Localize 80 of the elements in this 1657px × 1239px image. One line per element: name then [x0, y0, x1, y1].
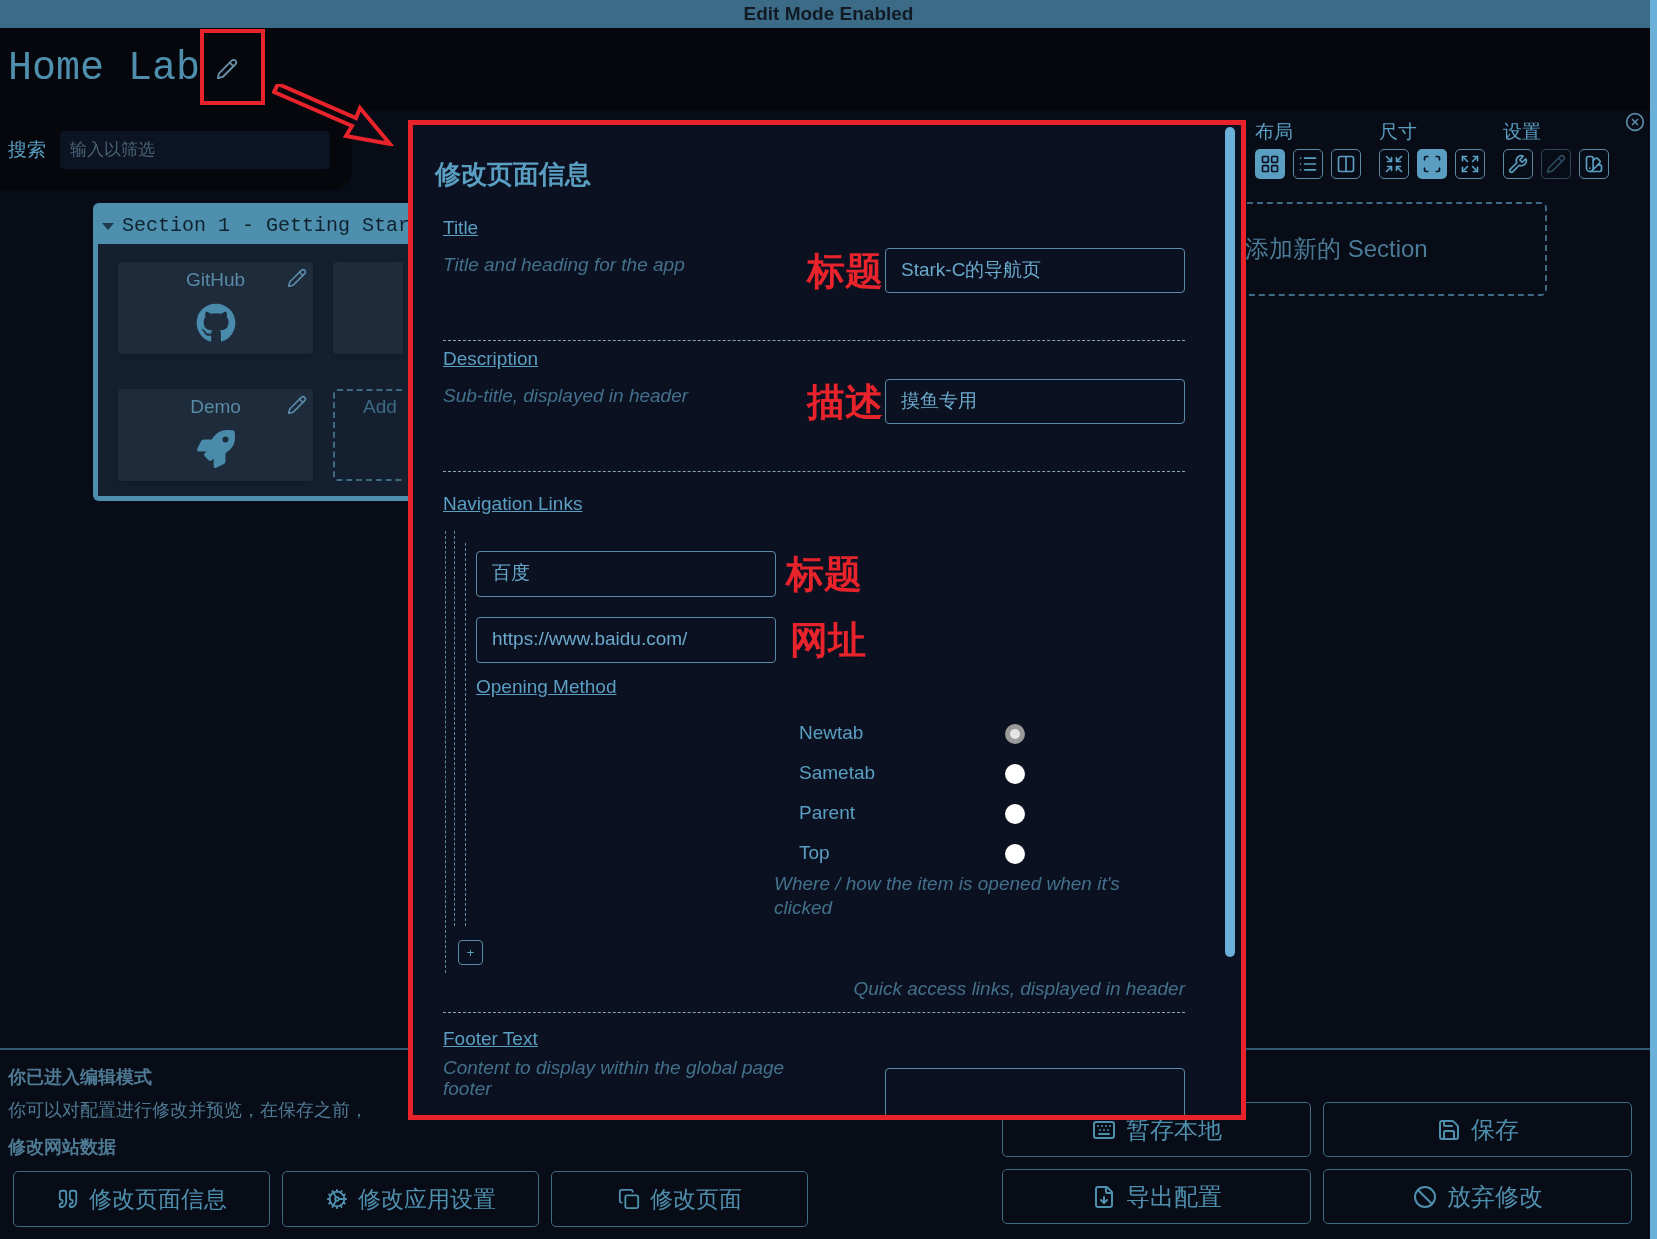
- edit-mode-description: 你可以对配置进行修改并预览，在保存之前，: [8, 1099, 368, 1122]
- radio-label: Sametab: [799, 761, 876, 786]
- field-hint: Where / how the item is opened when it's clicked: [774, 872, 1121, 920]
- palette-icon: [1584, 153, 1604, 174]
- settings-group-label: 尺寸: [1379, 120, 1418, 144]
- toolbar-button[interactable]: [1255, 148, 1285, 179]
- grid-layout-icon: [1260, 153, 1280, 174]
- toolbar-button[interactable]: [1331, 148, 1361, 179]
- toolbar-button[interactable]: [1293, 148, 1323, 179]
- radio-button[interactable]: [1005, 763, 1025, 784]
- annotation-label: 描述: [807, 382, 883, 421]
- collapse-caret-icon[interactable]: [102, 222, 114, 230]
- text-input[interactable]: 摸鱼专用: [885, 379, 1185, 424]
- edit-mode-text: Edit Mode Enabled: [743, 1, 914, 26]
- wrench-icon: [1508, 153, 1528, 174]
- textarea-input[interactable]: [885, 1067, 1185, 1115]
- expand-icon: [1460, 153, 1480, 174]
- ban-icon: [1412, 1184, 1437, 1209]
- pencil-icon: [1546, 153, 1566, 174]
- action-button[interactable]: 放弃修改: [1323, 1169, 1632, 1224]
- field-hint: Sub-title, displayed in header: [443, 383, 690, 408]
- toolbar-button[interactable]: [1579, 148, 1609, 179]
- toolbar-button[interactable]: [1417, 148, 1447, 179]
- add-section-label: 添加新的 Section: [1245, 233, 1428, 264]
- action-button[interactable]: 导出配置: [1002, 1169, 1311, 1224]
- settings-group-label: 设置: [1503, 120, 1542, 144]
- radio-button[interactable]: [1005, 803, 1025, 824]
- site-data-heading: 修改网站数据: [8, 1136, 116, 1159]
- annotation-label: 标题: [786, 554, 862, 593]
- link-title-input[interactable]: 百度: [476, 550, 776, 597]
- field-hint: Content to display within the global page footer: [443, 1057, 786, 1099]
- gears-icon: [325, 1188, 348, 1210]
- dialog-title: 修改页面信息: [435, 158, 592, 191]
- edit-data-button[interactable]: 修改页面信息: [13, 1171, 270, 1227]
- edit-icon[interactable]: [287, 268, 307, 288]
- add-item-tile[interactable]: Add: [333, 389, 403, 481]
- item-tile[interactable]: GitHub: [118, 262, 313, 354]
- edit-icon[interactable]: [287, 395, 307, 415]
- settings-group-label: 布局: [1255, 120, 1294, 144]
- annotation-label: 标题: [807, 251, 883, 290]
- section-title: Section 1 - Getting Star: [122, 213, 411, 239]
- edit-data-button[interactable]: 修改应用设置: [282, 1171, 539, 1227]
- annotation-label: 网址: [790, 620, 866, 659]
- item-tile[interactable]: Demo: [118, 389, 313, 481]
- save-icon: [1436, 1117, 1461, 1142]
- columns-layout-icon: [1336, 153, 1356, 174]
- action-button[interactable]: 保存: [1323, 1102, 1632, 1157]
- add-link-button[interactable]: +: [458, 940, 483, 965]
- field-label[interactable]: Opening Method: [476, 672, 617, 701]
- field-hint: Quick access links, displayed in header: [853, 977, 1185, 1001]
- field-label[interactable]: Navigation Links: [443, 490, 1185, 519]
- radio-button[interactable]: [1005, 843, 1025, 864]
- edit-data-button[interactable]: 修改页面: [551, 1171, 808, 1227]
- field-label[interactable]: Description: [443, 345, 783, 374]
- radio-label: Top: [799, 841, 830, 866]
- rocket-icon: [196, 429, 235, 468]
- item-label: GitHub: [185, 268, 246, 292]
- radio-button[interactable]: [1005, 723, 1025, 744]
- radio-label: Newtab: [799, 721, 864, 746]
- github-icon: [195, 302, 236, 343]
- shrink-icon: [1384, 153, 1404, 174]
- pages-icon: [617, 1188, 640, 1210]
- item-label: Demo: [190, 395, 241, 419]
- search-label: 搜索: [8, 137, 46, 162]
- field-hint: Title and heading for the app: [443, 252, 686, 277]
- toolbar-button[interactable]: [1503, 148, 1533, 179]
- radio-label: Parent: [799, 801, 855, 826]
- page-title: Home Lab: [8, 45, 201, 93]
- frame-icon: [1422, 153, 1442, 174]
- close-icon[interactable]: [1625, 112, 1645, 132]
- toolbar-button[interactable]: [1455, 148, 1485, 179]
- toolbar-button[interactable]: [1379, 148, 1409, 179]
- search-field[interactable]: 输入以筛选: [60, 131, 330, 169]
- edit-mode-heading: 你已进入编辑模式: [8, 1066, 152, 1089]
- field-label[interactable]: Title: [443, 214, 783, 243]
- quote-icon: [56, 1188, 79, 1210]
- link-url-input[interactable]: https://www.baidu.com/: [476, 616, 776, 663]
- field-label[interactable]: Footer Text: [443, 1024, 823, 1053]
- edit-icon[interactable]: [216, 58, 239, 80]
- text-input[interactable]: Stark-C的导航页: [885, 248, 1185, 293]
